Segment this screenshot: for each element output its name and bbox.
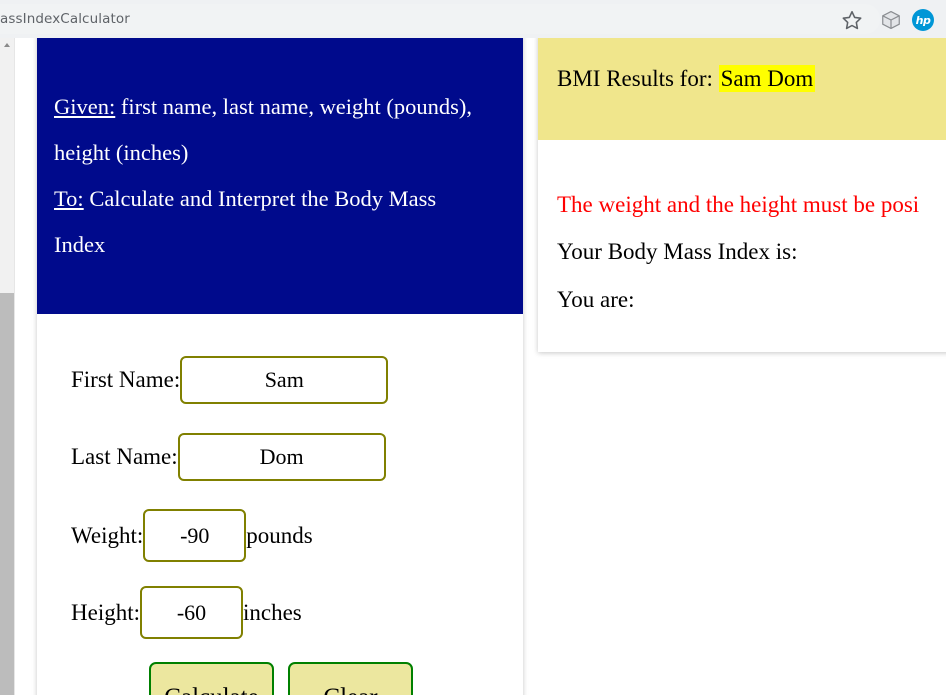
weight-unit-label: pounds [246, 522, 313, 548]
last-name-label: Last Name: [71, 444, 178, 469]
to-label: To: [54, 186, 84, 211]
error-message: The weight and the height must be posi [557, 192, 920, 217]
form-actions: Calculate Clear [149, 662, 413, 695]
scroll-up-arrow-icon[interactable] [4, 43, 10, 47]
subject-name-highlight: Sam Dom [718, 65, 816, 92]
to-line-2: Index [54, 232, 106, 257]
star-icon[interactable] [841, 9, 863, 31]
first-name-row: First Name: [71, 356, 389, 404]
bmi-value-line: Your Body Mass Index is: [557, 239, 798, 264]
address-bar[interactable] [0, 4, 880, 34]
calculate-button[interactable]: Calculate [149, 662, 274, 695]
results-title: BMI Results for: Sam Dom [557, 65, 816, 92]
hp-logo-icon[interactable]: hp [912, 9, 934, 31]
weight-input[interactable] [143, 509, 247, 562]
hp-logo-badge: hp [912, 9, 934, 31]
first-name-label: First Name: [71, 367, 181, 392]
height-input[interactable] [140, 586, 243, 639]
height-label: Height: [71, 599, 140, 625]
weight-row: Weight: pounds [71, 509, 313, 562]
given-text: first name, last name, weight (pounds), [115, 94, 473, 119]
results-body: The weight and the height must be posi Y… [538, 140, 946, 352]
instructions-panel: Given: first name, last name, weight (po… [37, 38, 523, 314]
cube-icon-glyph [882, 10, 900, 30]
cube-icon[interactable] [880, 9, 902, 31]
results-header: BMI Results for: Sam Dom [538, 38, 946, 140]
given-line-2: height (inches) [54, 140, 189, 165]
weight-label: Weight: [71, 522, 144, 548]
instructions-text: Given: first name, last name, weight (po… [54, 84, 509, 268]
results-title-prefix: BMI Results for: [557, 66, 713, 91]
page-viewport: Given: first name, last name, weight (po… [0, 38, 946, 695]
tab-title: assIndexCalculator [0, 11, 130, 27]
browser-chrome: assIndexCalculator hp [0, 0, 946, 38]
calculator-card: Given: first name, last name, weight (po… [37, 38, 523, 695]
to-text: Calculate and Interpret the Body Mass [83, 186, 437, 211]
first-name-input[interactable] [180, 356, 389, 404]
given-line-1: Given: first name, last name, weight (po… [54, 84, 509, 130]
height-row: Height: inches [71, 586, 302, 639]
bmi-category-line: You are: [557, 287, 635, 312]
vertical-scrollbar[interactable] [0, 38, 15, 695]
to-line-1: To: Calculate and Interpret the Body Mas… [54, 176, 509, 222]
last-name-row: Last Name: [71, 433, 386, 481]
given-label: Given: [54, 94, 116, 119]
height-unit-label: inches [243, 599, 302, 625]
results-card: BMI Results for: Sam Dom The weight and … [538, 38, 946, 352]
clear-button[interactable]: Clear [288, 662, 413, 695]
scrollbar-thumb[interactable] [0, 293, 14, 695]
last-name-input[interactable] [177, 433, 386, 481]
star-icon-glyph [842, 10, 862, 30]
